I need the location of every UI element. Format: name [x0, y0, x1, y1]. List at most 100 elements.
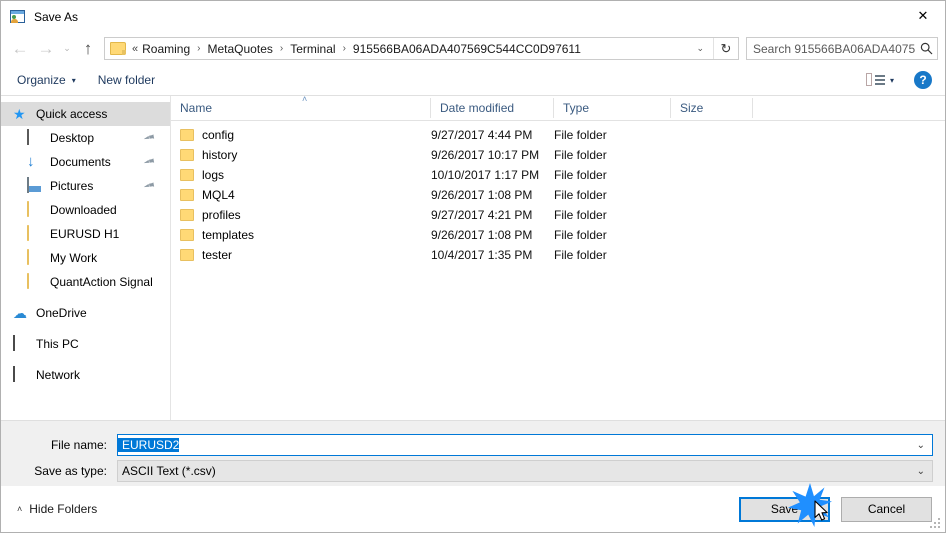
- file-type-cell: File folder: [554, 248, 607, 262]
- file-type-cell: File folder: [554, 148, 607, 162]
- save-as-dialog-icon: [10, 9, 26, 25]
- hide-folders-button[interactable]: ˄ Hide Folders: [17, 502, 97, 516]
- search-input[interactable]: Search 915566BA06ADA40756...: [747, 42, 915, 56]
- sidebar-item-quick-access[interactable]: ★ Quick access: [1, 102, 170, 126]
- folder-icon: [180, 149, 194, 161]
- hide-folders-label: Hide Folders: [29, 502, 98, 516]
- table-row[interactable]: logs 10/10/2017 1:17 PM File folder: [171, 165, 945, 185]
- file-name-cell: history: [171, 148, 431, 162]
- computer-icon: [13, 335, 29, 352]
- file-name-input[interactable]: EURUSD2 ⌄: [117, 434, 933, 456]
- window-title: Save As: [34, 9, 79, 24]
- sidebar-item-label: QuantAction Signal: [50, 275, 153, 289]
- table-row[interactable]: config 9/27/2017 4:44 PM File folder: [171, 125, 945, 145]
- forward-icon[interactable]: →: [33, 36, 59, 62]
- help-icon[interactable]: ?: [914, 71, 932, 89]
- address-bar[interactable]: « Roaming › MetaQuotes › Terminal › 9155…: [104, 37, 739, 60]
- sidebar-item-pictures[interactable]: Pictures: [1, 174, 170, 198]
- file-rows: config 9/27/2017 4:44 PM File folder his…: [171, 121, 945, 420]
- column-header-type[interactable]: Type: [554, 98, 671, 118]
- navigation-bar: ← → ⌄ ↑ « Roaming › MetaQuotes › Termina…: [1, 32, 945, 65]
- breadcrumb-item-terminal-id[interactable]: 915566BA06ADA407569C544CC0D97611: [351, 42, 583, 56]
- column-header-size[interactable]: Size: [671, 98, 753, 118]
- folder-icon: [180, 169, 194, 181]
- file-name-label: tester: [202, 248, 233, 262]
- pin-icon[interactable]: [141, 130, 157, 146]
- title-bar: Save As ✕: [1, 1, 945, 32]
- sidebar-item-onedrive[interactable]: ☁ OneDrive: [1, 301, 170, 325]
- chevron-up-icon: ˄: [17, 504, 23, 514]
- close-icon[interactable]: ✕: [901, 1, 945, 31]
- sidebar-item-label: Desktop: [50, 131, 95, 145]
- file-name-label: profiles: [202, 208, 241, 222]
- chevron-down-icon[interactable]: ⌄: [917, 440, 925, 451]
- recent-locations-icon[interactable]: ⌄: [59, 36, 75, 62]
- refresh-icon[interactable]: ↻: [713, 38, 738, 59]
- breadcrumb-overflow[interactable]: «: [130, 43, 140, 55]
- save-button[interactable]: Save: [739, 496, 830, 522]
- download-arrow-icon: ↓: [27, 153, 35, 170]
- breadcrumb-item-roaming[interactable]: Roaming: [140, 42, 192, 56]
- table-row[interactable]: tester 10/4/2017 1:35 PM File folder: [171, 245, 945, 265]
- sidebar-item-downloaded[interactable]: Downloaded: [1, 198, 170, 222]
- table-row[interactable]: MQL4 9/26/2017 1:08 PM File folder: [171, 185, 945, 205]
- organize-button[interactable]: Organize ▾: [17, 73, 76, 87]
- sidebar-item-eurusd-h1[interactable]: EURUSD H1: [1, 222, 170, 246]
- file-name-cell: logs: [171, 168, 431, 182]
- dialog-body: ★ Quick access Desktop ↓ Documents Pictu…: [1, 94, 945, 420]
- picture-icon: [27, 177, 43, 194]
- file-name-label: templates: [202, 228, 255, 242]
- view-layout-icon[interactable]: [865, 72, 886, 88]
- up-icon[interactable]: ↑: [75, 36, 101, 62]
- folder-icon: [110, 42, 126, 55]
- sidebar-item-label: My Work: [50, 251, 98, 265]
- save-as-type-select[interactable]: ASCII Text (*.csv) ⌄: [117, 460, 933, 482]
- column-header-date-modified[interactable]: Date modified: [431, 98, 554, 118]
- file-name-label: MQL4: [202, 188, 235, 202]
- sidebar-item-this-pc[interactable]: This PC: [1, 332, 170, 356]
- folder-icon: [180, 229, 194, 241]
- sidebar-item-quantaction-signal[interactable]: QuantAction Signal: [1, 270, 170, 294]
- resize-grip[interactable]: [930, 518, 941, 529]
- desktop-icon: [27, 129, 43, 146]
- file-date-cell: 9/26/2017 1:08 PM: [431, 188, 533, 202]
- star-icon: ★: [13, 106, 26, 122]
- chevron-down-icon[interactable]: ⌄: [917, 466, 925, 477]
- search-icon: [915, 42, 937, 55]
- chevron-down-icon[interactable]: ▾: [890, 76, 894, 85]
- sidebar-item-label: Pictures: [50, 179, 94, 193]
- save-form: File name: EURUSD2 ⌄ Save as type: ASCII…: [1, 420, 945, 486]
- file-name-label: File name:: [50, 438, 107, 452]
- column-header-name[interactable]: Name: [171, 98, 431, 118]
- file-name-value: EURUSD2: [118, 438, 180, 452]
- file-type-cell: File folder: [554, 208, 607, 222]
- sidebar-item-label: Documents: [50, 155, 111, 169]
- cancel-button[interactable]: Cancel: [841, 496, 932, 522]
- chevron-down-icon: ▾: [71, 75, 76, 85]
- table-row[interactable]: profiles 9/27/2017 4:21 PM File folder: [171, 205, 945, 225]
- dialog-button-bar: ˄ Hide Folders Save Cancel: [1, 486, 945, 532]
- sidebar-item-desktop[interactable]: Desktop: [1, 126, 170, 150]
- file-date-cell: 9/27/2017 4:44 PM: [431, 128, 533, 142]
- file-name-label: history: [202, 148, 238, 162]
- breadcrumb-separator: ›: [342, 43, 346, 54]
- chevron-down-icon[interactable]: ⌄: [690, 43, 713, 54]
- cloud-icon: ☁: [13, 305, 27, 321]
- sidebar-item-my-work[interactable]: My Work: [1, 246, 170, 270]
- sidebar-item-label: Network: [36, 368, 81, 382]
- table-row[interactable]: templates 9/26/2017 1:08 PM File folder: [171, 225, 945, 245]
- table-row[interactable]: history 9/26/2017 10:17 PM File folder: [171, 145, 945, 165]
- file-name-cell: MQL4: [171, 188, 431, 202]
- new-folder-button[interactable]: New folder: [98, 73, 155, 87]
- sidebar-item-network[interactable]: Network: [1, 363, 170, 387]
- breadcrumb-item-terminal[interactable]: Terminal: [288, 42, 337, 56]
- back-icon[interactable]: ←: [7, 36, 33, 62]
- file-type-cell: File folder: [554, 128, 607, 142]
- folder-icon: [180, 249, 194, 261]
- pin-icon[interactable]: [141, 178, 157, 194]
- breadcrumb-item-metaquotes[interactable]: MetaQuotes: [206, 42, 275, 56]
- pin-icon[interactable]: [141, 154, 157, 170]
- folder-icon: [27, 249, 43, 266]
- sidebar-item-documents[interactable]: ↓ Documents: [1, 150, 170, 174]
- search-box[interactable]: Search 915566BA06ADA40756...: [746, 37, 938, 60]
